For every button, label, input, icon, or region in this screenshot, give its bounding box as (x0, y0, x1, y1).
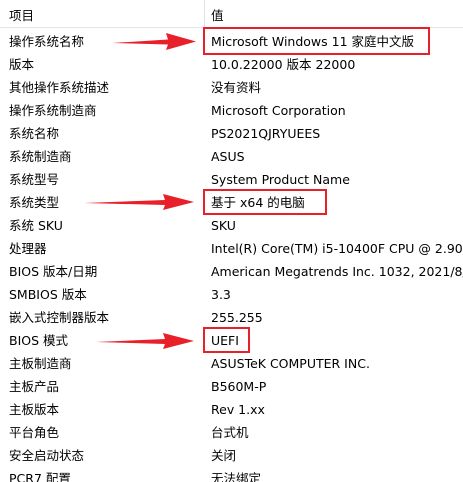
row-name: 主板制造商 (9, 356, 72, 371)
row-name: 嵌入式控制器版本 (9, 310, 110, 325)
table-row[interactable]: 主板制造商 ASUSTeK COMPUTER INC. (0, 352, 463, 375)
table-row[interactable]: 平台角色 台式机 (0, 421, 463, 444)
table-row[interactable]: 其他操作系统描述 没有资料 (0, 76, 463, 99)
row-name: 处理器 (9, 241, 47, 256)
row-value: SKU (211, 218, 236, 233)
table-header: 项目 值 (0, 4, 463, 27)
row-name: PCR7 配置 (9, 471, 71, 482)
row-value: American Megatrends Inc. 1032, 2021/8/ (211, 264, 463, 279)
table-row[interactable]: PCR7 配置 无法绑定 (0, 467, 463, 482)
table-row[interactable]: 主板产品 B560M-P (0, 375, 463, 398)
row-value: Microsoft Corporation (211, 103, 346, 118)
row-name: BIOS 版本/日期 (9, 264, 98, 279)
row-name: 主板产品 (9, 379, 60, 394)
table-row[interactable]: SMBIOS 版本 3.3 (0, 283, 463, 306)
row-name: 系统制造商 (9, 149, 72, 164)
row-name: 操作系统制造商 (9, 103, 97, 118)
table-row[interactable]: 版本 10.0.22000 版本 22000 (0, 53, 463, 76)
row-name: 系统名称 (9, 126, 60, 141)
row-value: 关闭 (211, 448, 237, 463)
row-value: PS2021QJRYUEES (211, 126, 321, 141)
header-name[interactable]: 项目 (0, 4, 205, 27)
row-value: 10.0.22000 版本 22000 (211, 57, 356, 72)
row-value: 没有资料 (211, 80, 262, 95)
row-name: 主板版本 (9, 402, 60, 417)
table-row[interactable]: 操作系统制造商 Microsoft Corporation (0, 99, 463, 122)
table-row[interactable]: 安全启动状态 关闭 (0, 444, 463, 467)
header-value[interactable]: 值 (205, 4, 463, 27)
row-value: ASUS (211, 149, 245, 164)
table-row[interactable]: 系统制造商 ASUS (0, 145, 463, 168)
row-name: 系统型号 (9, 172, 60, 187)
highlight-box-system-type (203, 189, 327, 215)
system-info-table: 项目 值 操作系统名称 Microsoft Windows 11 家庭中文版 版… (0, 0, 463, 482)
row-name: 操作系统名称 (9, 34, 85, 49)
row-value: 3.3 (211, 287, 231, 302)
table-row[interactable]: 系统 SKU SKU (0, 214, 463, 237)
row-value: 无法绑定 (211, 471, 262, 482)
row-value: B560M-P (211, 379, 267, 394)
row-value: 台式机 (211, 425, 249, 440)
row-name: SMBIOS 版本 (9, 287, 87, 302)
row-name: 系统类型 (9, 195, 60, 210)
table-row[interactable]: BIOS 版本/日期 American Megatrends Inc. 1032… (0, 260, 463, 283)
table-row[interactable]: 主板版本 Rev 1.xx (0, 398, 463, 421)
row-name: 平台角色 (9, 425, 60, 440)
row-value: 255.255 (211, 310, 263, 325)
table-row[interactable]: 系统型号 System Product Name (0, 168, 463, 191)
row-name: BIOS 模式 (9, 333, 69, 348)
highlight-box-bios-mode (203, 327, 250, 353)
row-value: System Product Name (211, 172, 350, 187)
table-row[interactable]: 处理器 Intel(R) Core(TM) i5-10400F CPU @ 2.… (0, 237, 463, 260)
row-name: 版本 (9, 57, 35, 72)
row-name: 其他操作系统描述 (9, 80, 110, 95)
table-row[interactable]: 嵌入式控制器版本 255.255 (0, 306, 463, 329)
row-value: Rev 1.xx (211, 402, 265, 417)
row-value: Intel(R) Core(TM) i5-10400F CPU @ 2.90GH… (211, 241, 463, 256)
row-name: 安全启动状态 (9, 448, 85, 463)
row-name: 系统 SKU (9, 218, 63, 233)
row-value: ASUSTeK COMPUTER INC. (211, 356, 370, 371)
table-row[interactable]: 系统名称 PS2021QJRYUEES (0, 122, 463, 145)
highlight-box-os-name (203, 27, 430, 55)
column-divider[interactable] (204, 0, 205, 28)
